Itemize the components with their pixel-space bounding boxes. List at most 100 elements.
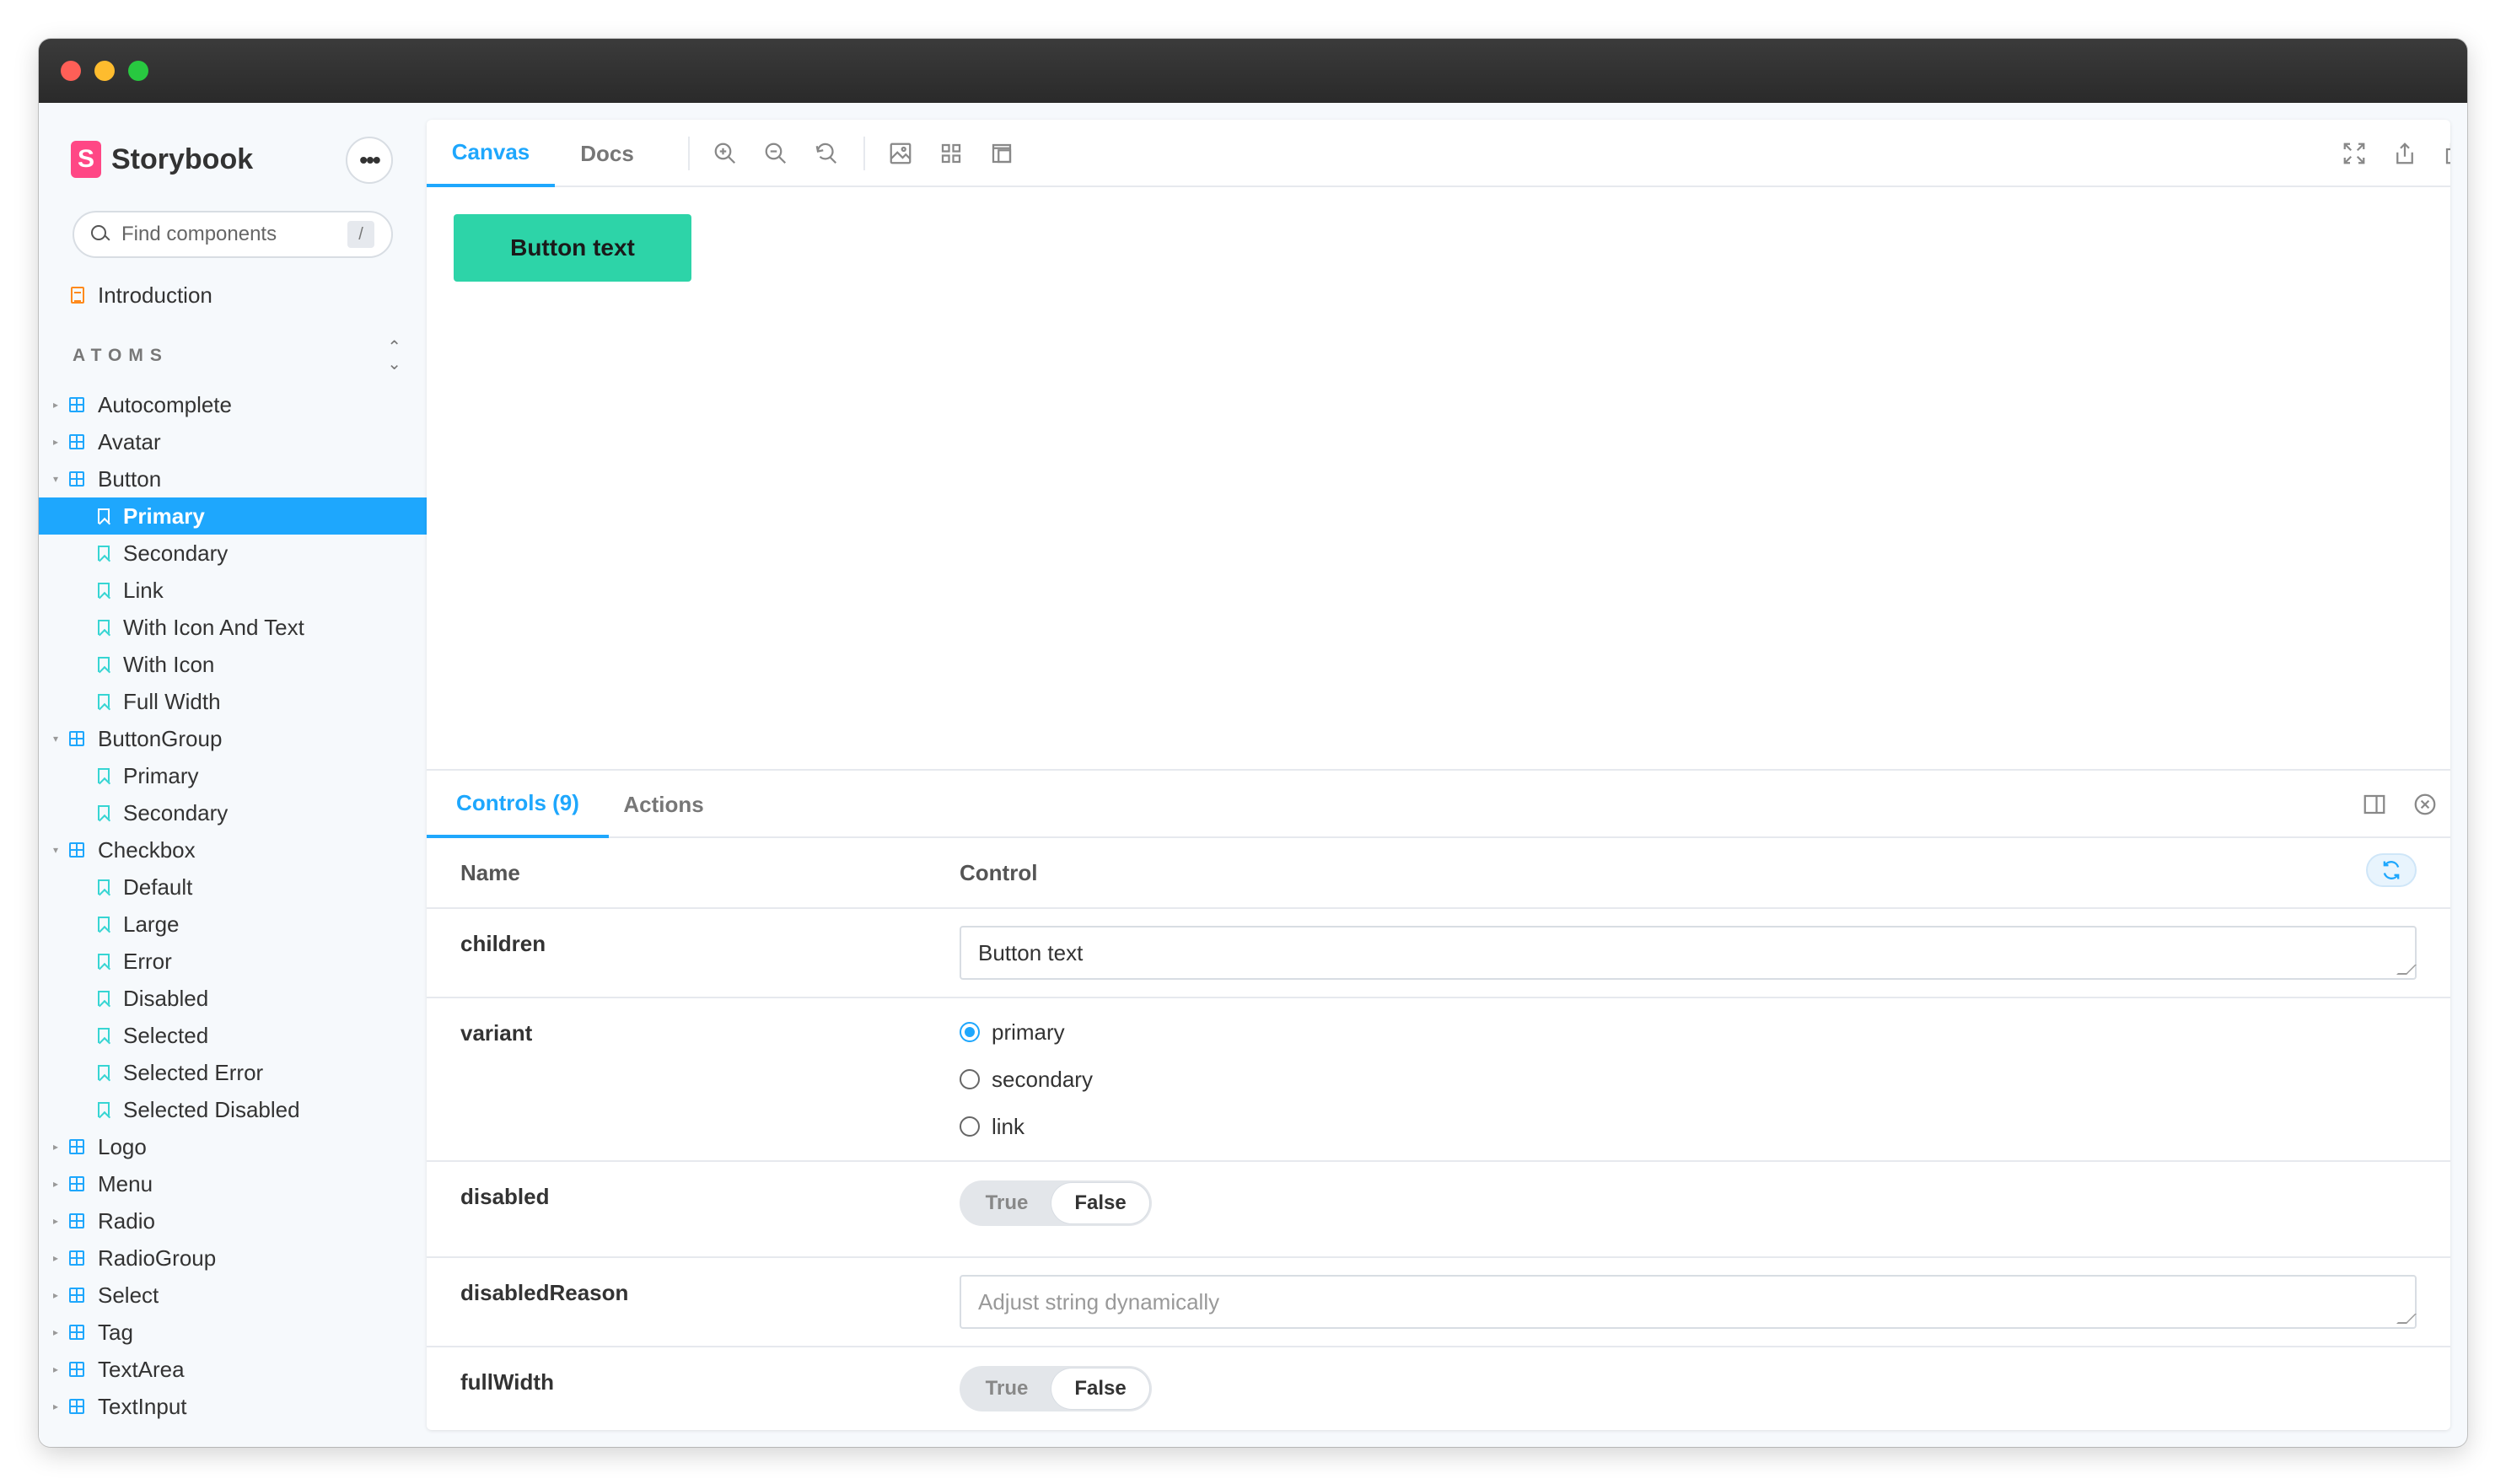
search-placeholder: Find components <box>121 223 277 245</box>
sidebar-item-textinput[interactable]: ▸ TextInput <box>39 1388 427 1425</box>
disabledReason-text-field[interactable]: Adjust string dynamically <box>960 1275 2417 1329</box>
expand-collapse-icon[interactable]: ⌃ ⌄ <box>387 339 401 373</box>
sidebar-item-introduction[interactable]: Introduction <box>71 278 212 312</box>
toggle-true-option[interactable]: True <box>962 1368 1051 1409</box>
reset-controls-button[interactable] <box>2366 853 2417 887</box>
toggle-true-option[interactable]: True <box>962 1183 1051 1223</box>
caret-down-icon[interactable]: ▾ <box>51 733 61 745</box>
resize-handle-icon[interactable] <box>2396 1314 2417 1324</box>
control-row-disabled: disabled True False <box>427 1162 2450 1258</box>
sidebar-story-selected-error[interactable]: Selected Error <box>39 1054 427 1091</box>
sidebar-story-primary[interactable]: Primary <box>39 497 427 535</box>
sidebar-item-label: ButtonGroup <box>98 725 223 751</box>
sidebar-story-large[interactable]: Large <box>39 906 427 943</box>
sidebar-item-button[interactable]: ▾ Button <box>39 460 427 497</box>
sidebar-story-with-icon[interactable]: With Icon <box>39 646 427 683</box>
sidebar-item-autocomplete[interactable]: ▸ Autocomplete <box>39 386 427 423</box>
disabled-boolean-toggle[interactable]: True False <box>960 1180 1152 1226</box>
caret-right-icon[interactable]: ▸ <box>51 1289 61 1301</box>
sidebar-story-link[interactable]: Link <box>39 572 427 609</box>
caret-right-icon[interactable]: ▸ <box>51 1141 61 1153</box>
sidebar-item-label: Autocomplete <box>98 391 232 417</box>
sidebar-story-disabled[interactable]: Disabled <box>39 980 427 1017</box>
caret-down-icon[interactable]: ▾ <box>51 473 61 485</box>
tab-controls[interactable]: Controls (9) <box>427 771 609 838</box>
close-window-button[interactable] <box>61 61 81 81</box>
component-icon <box>69 1250 84 1266</box>
panel-orientation-icon[interactable] <box>2361 791 2388 818</box>
sidebar-story-selected-disabled[interactable]: Selected Disabled <box>39 1091 427 1128</box>
sidebar-item-select[interactable]: ▸ Select <box>39 1277 427 1314</box>
zoom-reset-icon[interactable] <box>813 140 840 167</box>
sidebar-story-selected[interactable]: Selected <box>39 1017 427 1054</box>
sidebar-item-tag[interactable]: ▸ Tag <box>39 1314 427 1351</box>
zoom-out-icon[interactable] <box>762 140 789 167</box>
share-icon[interactable] <box>2391 140 2418 167</box>
sidebar-item-textarea[interactable]: ▸ TextArea <box>39 1351 427 1388</box>
addons-tabbar: Controls (9) Actions <box>427 771 2450 838</box>
tab-canvas[interactable]: Canvas <box>427 120 555 187</box>
sidebar-story-error[interactable]: Error <box>39 943 427 980</box>
control-name: disabled <box>460 1184 550 1209</box>
sidebar-story-primary[interactable]: Primary <box>39 757 427 794</box>
radio-label: primary <box>992 1019 1065 1045</box>
main-panel: Canvas Docs Button text Controls (9) Act… <box>427 120 2450 1430</box>
tab-docs[interactable]: Docs <box>555 120 659 187</box>
children-text-field[interactable]: Button text <box>960 926 2417 980</box>
grid-icon[interactable] <box>938 140 965 167</box>
caret-right-icon[interactable]: ▸ <box>51 399 61 411</box>
bookmark-icon <box>98 1028 110 1043</box>
component-tree: ▸ Autocomplete ▸ Avatar ▾ Button Primary Second… <box>39 386 427 1425</box>
measure-icon[interactable] <box>988 140 1015 167</box>
close-icon[interactable] <box>2412 791 2439 818</box>
caret-right-icon[interactable]: ▸ <box>51 436 61 448</box>
sidebar-item-radio[interactable]: ▸ Radio <box>39 1202 427 1239</box>
toolbar-divider <box>863 137 865 170</box>
sidebar-story-default[interactable]: Default <box>39 868 427 906</box>
sidebar-story-full-width[interactable]: Full Width <box>39 683 427 720</box>
component-icon <box>69 471 84 487</box>
variant-radio-secondary[interactable]: secondary <box>960 1062 1093 1096</box>
fullWidth-boolean-toggle[interactable]: True False <box>960 1366 1152 1411</box>
bookmark-icon <box>98 694 110 709</box>
copy-link-icon[interactable] <box>2442 140 2450 167</box>
toggle-false-option[interactable]: False <box>1051 1183 1149 1223</box>
caret-right-icon[interactable]: ▸ <box>51 1363 61 1375</box>
minimize-window-button[interactable] <box>94 61 115 81</box>
caret-right-icon[interactable]: ▸ <box>51 1252 61 1264</box>
search-input[interactable]: Find components / <box>73 211 393 258</box>
variant-radio-link[interactable]: link <box>960 1110 1024 1143</box>
tab-actions[interactable]: Actions <box>609 771 718 838</box>
document-icon <box>71 287 84 304</box>
sidebar-item-label: With Icon <box>123 651 215 677</box>
caret-down-icon[interactable]: ▾ <box>51 844 61 856</box>
sidebar-item-label: Logo <box>98 1133 147 1159</box>
caret-right-icon[interactable]: ▸ <box>51 1215 61 1227</box>
resize-handle-icon[interactable] <box>2396 965 2417 975</box>
sidebar-item-avatar[interactable]: ▸ Avatar <box>39 423 427 460</box>
sidebar-item-radiogroup[interactable]: ▸ RadioGroup <box>39 1239 427 1277</box>
fullscreen-icon[interactable] <box>2341 140 2368 167</box>
sidebar-story-secondary[interactable]: Secondary <box>39 535 427 572</box>
sidebar-item-label: Link <box>123 577 164 603</box>
caret-right-icon[interactable]: ▸ <box>51 1178 61 1190</box>
background-icon[interactable] <box>887 140 914 167</box>
sidebar-item-menu[interactable]: ▸ Menu <box>39 1165 427 1202</box>
variant-radio-primary[interactable]: primary <box>960 1015 1065 1049</box>
caret-right-icon[interactable]: ▸ <box>51 1326 61 1338</box>
storybook-logo-icon: S <box>71 141 101 178</box>
caret-right-icon[interactable]: ▸ <box>51 1401 61 1412</box>
zoom-in-icon[interactable] <box>712 140 739 167</box>
sidebar-item-label: Avatar <box>98 428 161 454</box>
search-icon <box>91 225 110 244</box>
sidebar-item-logo[interactable]: ▸ Logo <box>39 1128 427 1165</box>
sidebar-item-buttongroup[interactable]: ▾ ButtonGroup <box>39 720 427 757</box>
sidebar-story-secondary[interactable]: Secondary <box>39 794 427 831</box>
maximize-window-button[interactable] <box>128 61 148 81</box>
more-options-button[interactable]: ••• <box>346 137 393 184</box>
toggle-false-option[interactable]: False <box>1051 1368 1149 1409</box>
brand[interactable]: S Storybook <box>71 140 253 179</box>
sidebar-item-checkbox[interactable]: ▾ Checkbox <box>39 831 427 868</box>
preview-primary-button[interactable]: Button text <box>454 214 691 282</box>
sidebar-story-with-icon-and-text[interactable]: With Icon And Text <box>39 609 427 646</box>
